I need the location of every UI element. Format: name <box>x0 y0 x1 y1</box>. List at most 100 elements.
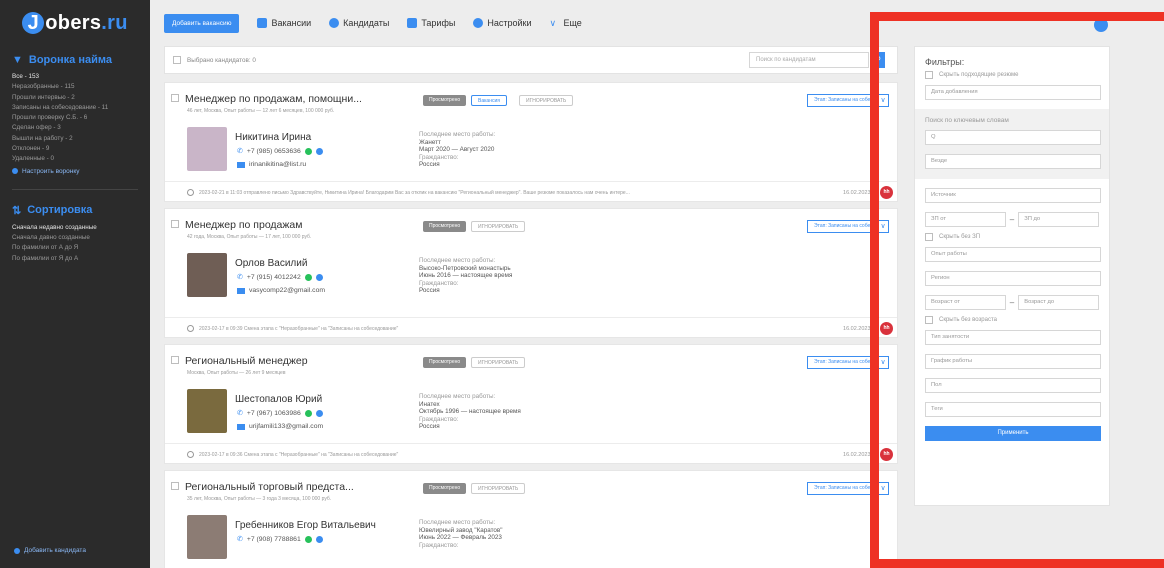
ignore-tag[interactable]: ИГНОРИРОВАТЬ <box>471 483 526 494</box>
email-address[interactable]: urijfamili133@gmail.com <box>249 423 323 430</box>
hh-icon[interactable]: hh <box>880 448 893 461</box>
chevron-down-icon[interactable]: ∨ <box>877 482 889 495</box>
hide-no-age-checkbox[interactable]: Скрыть без возраста <box>925 316 1099 324</box>
funnel-item[interactable]: Прошли интервью - 2 <box>12 93 136 103</box>
ignore-tag[interactable]: ИГНОРИРОВАТЬ <box>471 221 526 232</box>
email-address[interactable]: irinanikitina@list.ru <box>249 161 306 168</box>
whatsapp-icon[interactable] <box>304 147 312 155</box>
whatsapp-icon[interactable] <box>304 409 312 417</box>
candidate-name[interactable]: Гребенников Егор Витальевич <box>235 520 376 531</box>
candidate-photo <box>187 253 227 297</box>
funnel-item[interactable]: Отклонен - 9 <box>12 144 136 154</box>
funnel-item[interactable]: Удаленные - 0 <box>12 154 136 164</box>
sort-item[interactable]: По фамилии от А до Я <box>12 243 136 253</box>
stage-select[interactable]: Этап: Записаны на собеседование <box>807 356 875 369</box>
vacancy-tag[interactable]: Вакансия <box>471 95 507 106</box>
age-from-input[interactable]: Возраст от <box>925 295 1006 310</box>
hide-suitable-checkbox[interactable]: Скрыть подходящие резюме <box>925 71 1099 79</box>
vacancy-title[interactable]: Менеджер по продажам, помощни... <box>185 93 362 105</box>
phone-icon: ✆ <box>237 536 243 543</box>
viewed-tag[interactable]: Просмотрено <box>423 221 467 232</box>
sort-icon: ⇅ <box>12 204 22 217</box>
funnel-setup-link[interactable]: Настроить воронку <box>12 168 136 175</box>
vacancy-title[interactable]: Менеджер по продажам <box>185 219 302 231</box>
funnel-item[interactable]: Вышли на работу - 2 <box>12 134 136 144</box>
email-address[interactable]: vasycomp22@gmail.com <box>249 287 325 294</box>
whatsapp-icon[interactable] <box>304 273 312 281</box>
gender-select[interactable]: Пол <box>925 378 1101 393</box>
logo-text: Jobers.ru <box>22 11 127 35</box>
viewed-tag[interactable]: Просмотрено <box>423 95 467 106</box>
apply-filters-button[interactable]: Применить <box>925 426 1101 441</box>
nav-item[interactable]: Вакансии <box>257 18 311 28</box>
card-checkbox[interactable] <box>171 356 179 364</box>
nav-item[interactable]: ∨ Еще <box>549 18 581 28</box>
chevron-down-icon[interactable]: ∨ <box>877 356 889 369</box>
tariff-icon <box>407 18 418 28</box>
viewed-tag[interactable]: Просмотрено <box>423 357 467 368</box>
funnel-item[interactable]: Неразобранные - 115 <box>12 82 136 92</box>
nav-item[interactable]: Кандидаты <box>329 18 389 28</box>
vacancy-title[interactable]: Региональный торговый предста... <box>185 481 354 493</box>
ignore-tag[interactable]: ИГНОРИРОВАТЬ <box>519 95 574 106</box>
candidate-name[interactable]: Орлов Василий <box>235 258 307 269</box>
funnel-item[interactable]: Сделан офер - 3 <box>12 123 136 133</box>
phone-number[interactable]: +7 (908) 7788861 <box>247 536 301 543</box>
stage-select[interactable]: Этап: Записаны на собеседование <box>807 482 875 495</box>
sort-item[interactable]: По фамилии от Я до А <box>12 254 136 264</box>
funnel-item[interactable]: Прошли проверку С.Б. - 6 <box>12 113 136 123</box>
vacancy-title[interactable]: Региональный менеджер <box>185 355 308 367</box>
sort-item[interactable]: Сначала давно созданные <box>12 233 136 243</box>
chevron-down-icon[interactable]: ∨ <box>877 94 889 107</box>
experience-select[interactable]: Опыт работы <box>925 247 1101 262</box>
hh-icon[interactable]: hh <box>880 186 893 199</box>
date-added-field[interactable]: Дата добавления <box>925 85 1101 100</box>
card-checkbox[interactable] <box>171 482 179 490</box>
viewed-tag[interactable]: Просмотрено <box>423 483 467 494</box>
card-checkbox[interactable] <box>171 220 179 228</box>
phone-number[interactable]: +7 (967) 1063986 <box>247 410 301 417</box>
search-icon[interactable]: ⚲ <box>871 52 885 68</box>
chevron-down-icon[interactable]: ∨ <box>877 220 889 233</box>
candidate-search-input[interactable]: Поиск по кандидатам <box>749 52 869 68</box>
candidate-photo <box>187 127 227 171</box>
region-select[interactable]: Регион <box>925 271 1101 286</box>
logo[interactable]: Jobers.ru <box>0 0 150 46</box>
telegram-icon[interactable] <box>315 273 323 281</box>
stage-select[interactable]: Этап: Записаны на собеседование <box>807 94 875 107</box>
sort-item[interactable]: Сначала недавно созданные <box>12 223 136 233</box>
add-vacancy-button[interactable]: Добавить вакансию <box>164 13 240 33</box>
last-job-company: Высоко-Петровский монастырь <box>419 264 511 272</box>
whatsapp-icon[interactable] <box>304 535 312 543</box>
funnel-item[interactable]: Все - 153 <box>12 72 136 82</box>
hh-icon[interactable]: hh <box>880 322 893 335</box>
source-select[interactable]: Источник <box>925 188 1101 203</box>
age-to-input[interactable]: Возраст до <box>1018 295 1099 310</box>
phone-number[interactable]: +7 (915) 4012242 <box>247 274 301 281</box>
telegram-icon[interactable] <box>315 535 323 543</box>
nav-item[interactable]: Настройки <box>473 18 531 28</box>
stage-select[interactable]: Этап: Записаны на собеседование <box>807 220 875 233</box>
phone-number[interactable]: +7 (985) 0653636 <box>247 148 301 155</box>
funnel-item[interactable]: Записаны на собеседование - 11 <box>12 103 136 113</box>
select-all-checkbox[interactable] <box>173 56 181 64</box>
nav-item[interactable]: Тарифы <box>407 18 455 28</box>
salary-from-input[interactable]: ЗП от <box>925 212 1006 227</box>
card-checkbox[interactable] <box>171 94 179 102</box>
last-job-period: Март 2020 — Август 2020 <box>419 146 495 154</box>
last-job-label: Последнее место работы: <box>419 131 496 138</box>
hide-no-salary-checkbox[interactable]: Скрыть без ЗП <box>925 233 1099 241</box>
tags-select[interactable]: Теги <box>925 402 1101 417</box>
telegram-icon[interactable] <box>315 409 323 417</box>
candidate-name[interactable]: Шестопалов Юрий <box>235 394 322 405</box>
telegram-icon[interactable] <box>315 147 323 155</box>
schedule-select[interactable]: График работы <box>925 354 1101 369</box>
candidate-name[interactable]: Никитина Ирина <box>235 132 311 143</box>
search-scope-select[interactable]: Везде <box>925 154 1101 169</box>
employment-select[interactable]: Тип занятости <box>925 330 1101 345</box>
ignore-tag[interactable]: ИГНОРИРОВАТЬ <box>471 357 526 368</box>
keywords-input[interactable]: Q <box>925 130 1101 145</box>
salary-to-input[interactable]: ЗП до <box>1018 212 1099 227</box>
user-avatar-icon[interactable] <box>1094 18 1108 32</box>
add-candidate-link[interactable]: Добавить кандидата <box>14 547 86 554</box>
